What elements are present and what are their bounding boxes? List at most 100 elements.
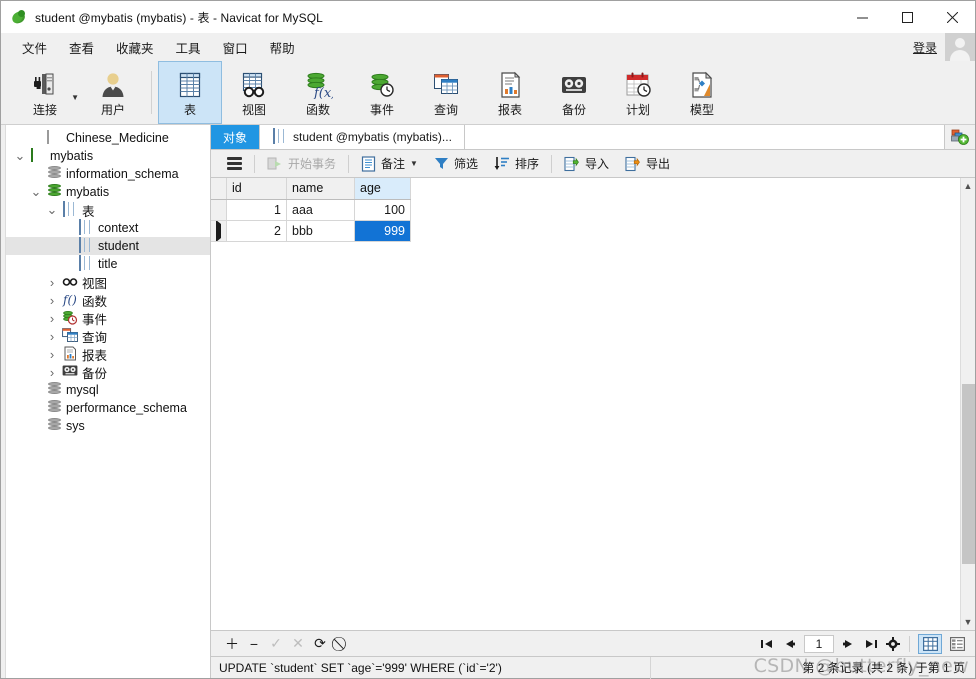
cell-age-row1[interactable]: 100	[354, 199, 411, 221]
toolbar-item-model[interactable]: 模型	[670, 61, 734, 124]
chevron-down-icon[interactable]: ⌄	[46, 203, 58, 216]
chevron-right-icon[interactable]: ›	[46, 330, 58, 343]
tree-item--[interactable]: › f() 函数	[6, 291, 210, 309]
filter-button[interactable]: 筛选	[426, 152, 486, 175]
tree-item-student[interactable]: student	[6, 237, 210, 255]
grid-vertical-scrollbar[interactable]: ▲ ▼	[960, 178, 975, 630]
tree-item-information_schema[interactable]: information_schema	[6, 165, 210, 183]
form-view-icon[interactable]	[945, 634, 969, 654]
grid-view-icon[interactable]	[918, 633, 942, 654]
toolbar-item-connection[interactable]: 连接 ▼	[9, 61, 81, 124]
cell-id-row1[interactable]: 1	[226, 199, 287, 221]
table-row[interactable]: 1 aaa 100	[211, 199, 411, 221]
menu-help[interactable]: 帮助	[259, 34, 306, 61]
tree-item-title[interactable]: title	[6, 255, 210, 273]
chevron-right-icon[interactable]: ›	[46, 366, 58, 379]
toolbar-item-query[interactable]: 查询	[414, 61, 478, 124]
toolbar-item-user[interactable]: 用户	[81, 61, 145, 124]
tree-item--[interactable]: › 查询	[6, 327, 210, 345]
menu-file[interactable]: 文件	[11, 34, 58, 61]
grid-settings-gear-icon[interactable]	[882, 634, 904, 654]
row-marker[interactable]	[211, 199, 227, 221]
data-grid[interactable]: id name age 1 aaa 100 2 bbb 999	[211, 178, 960, 630]
apply-changes-icon[interactable]: ✓	[265, 634, 287, 654]
grid-menu-button[interactable]	[219, 154, 250, 173]
tree-item-label: 报表	[82, 348, 108, 363]
tab-student-table[interactable]: student @mybatis (mybatis)...	[260, 125, 465, 149]
menu-favorites[interactable]: 收藏夹	[105, 34, 165, 61]
toolbar-item-function[interactable]: f(x) 函数	[286, 61, 350, 124]
tree-item-mybatis[interactable]: ⌄ mybatis	[6, 147, 210, 165]
delete-record-icon[interactable]: −	[243, 634, 265, 654]
previous-record-button[interactable]	[778, 634, 800, 654]
tree-item--[interactable]: › 事件	[6, 309, 210, 327]
tree-item-label: 函数	[82, 294, 108, 309]
maximize-button[interactable]	[885, 1, 930, 33]
data-grid-table[interactable]: id name age 1 aaa 100 2 bbb 999	[211, 178, 411, 242]
tree-item-context[interactable]: context	[6, 219, 210, 237]
toolbar-item-event[interactable]: 事件	[350, 61, 414, 124]
add-record-icon[interactable]: ＋	[221, 634, 243, 654]
column-header-id[interactable]: id	[226, 178, 287, 200]
tree-item--[interactable]: › 备份	[6, 363, 210, 381]
chevron-right-icon[interactable]: ›	[46, 294, 58, 307]
tree-item--[interactable]: › 报表	[6, 345, 210, 363]
stop-icon[interactable]: ⃠	[331, 634, 353, 654]
scrollbar-track[interactable]	[961, 194, 976, 614]
chevron-right-icon[interactable]: ›	[46, 348, 58, 361]
column-header-name[interactable]: name	[286, 178, 355, 200]
tree-item-sys[interactable]: sys	[6, 417, 210, 435]
login-link[interactable]: 登录	[913, 39, 945, 56]
new-tab-icon[interactable]	[945, 125, 975, 149]
tree-item-mybatis[interactable]: ⌄ mybatis	[6, 183, 210, 201]
cell-id-row2[interactable]: 2	[226, 220, 287, 242]
cell-name-row1[interactable]: aaa	[286, 199, 355, 221]
tree-item--[interactable]: › 视图	[6, 273, 210, 291]
note-button[interactable]: 备注 ▼	[353, 152, 426, 175]
next-record-button[interactable]	[838, 634, 860, 654]
toolbar-item-backup[interactable]: 备份	[542, 61, 606, 124]
refresh-icon[interactable]: ⟳	[309, 634, 331, 654]
table-row[interactable]: 2 bbb 999	[211, 220, 411, 242]
chevron-right-icon[interactable]: ›	[46, 276, 58, 289]
toolbar-item-report[interactable]: 报表	[478, 61, 542, 124]
menu-window[interactable]: 窗口	[212, 34, 259, 61]
toolbar-item-schedule[interactable]: 计划	[606, 61, 670, 124]
chevron-down-icon[interactable]: ⌄	[14, 149, 26, 162]
begin-transaction-button[interactable]: 开始事务	[259, 152, 344, 175]
toolbar-label-query: 查询	[433, 103, 458, 117]
toolbar-item-table[interactable]: 表	[158, 61, 222, 124]
column-header-age[interactable]: age	[354, 178, 411, 200]
chevron-down-icon[interactable]: ▼	[71, 93, 79, 102]
page-number-input[interactable]: 1	[804, 634, 834, 653]
row-marker[interactable]	[211, 220, 227, 242]
cell-name-row2[interactable]: bbb	[286, 220, 355, 242]
scroll-up-icon[interactable]: ▲	[964, 178, 973, 194]
cancel-changes-icon[interactable]: ✕	[287, 634, 309, 654]
object-tree[interactable]: Chinese_Medicine ⌄ mybatis information_sche…	[6, 125, 210, 678]
toolbar-item-view[interactable]: 视图	[222, 61, 286, 124]
chevron-right-icon[interactable]: ›	[46, 312, 58, 325]
avatar[interactable]	[945, 33, 975, 61]
menu-view[interactable]: 查看	[58, 34, 105, 61]
tree-item-chinese_medicine[interactable]: Chinese_Medicine	[6, 129, 210, 147]
chevron-down-icon[interactable]: ▼	[410, 159, 418, 168]
tree-item-mysql[interactable]: mysql	[6, 381, 210, 399]
minimize-button[interactable]	[840, 1, 885, 33]
menu-tools[interactable]: 工具	[165, 34, 212, 61]
scroll-down-icon[interactable]: ▼	[964, 614, 973, 630]
tree-item-performance_schema[interactable]: performance_schema	[6, 399, 210, 417]
toolbar-label-event: 事件	[369, 103, 394, 117]
tab-objects[interactable]: 对象	[211, 125, 261, 149]
import-button[interactable]: 导入	[556, 152, 617, 175]
close-button[interactable]	[930, 1, 975, 33]
scrollbar-thumb[interactable]	[961, 384, 975, 564]
chevron-down-icon[interactable]: ⌄	[30, 185, 42, 198]
tree-item--[interactable]: ⌄ 表	[6, 201, 210, 219]
first-record-button[interactable]	[756, 634, 778, 654]
last-record-button[interactable]	[860, 634, 882, 654]
export-button[interactable]: 导出	[617, 152, 678, 175]
sort-button[interactable]: 排序	[486, 152, 547, 175]
cell-age-row2[interactable]: 999	[354, 220, 411, 242]
window-title: student @mybatis (mybatis) - 表 - Navicat…	[35, 10, 323, 25]
